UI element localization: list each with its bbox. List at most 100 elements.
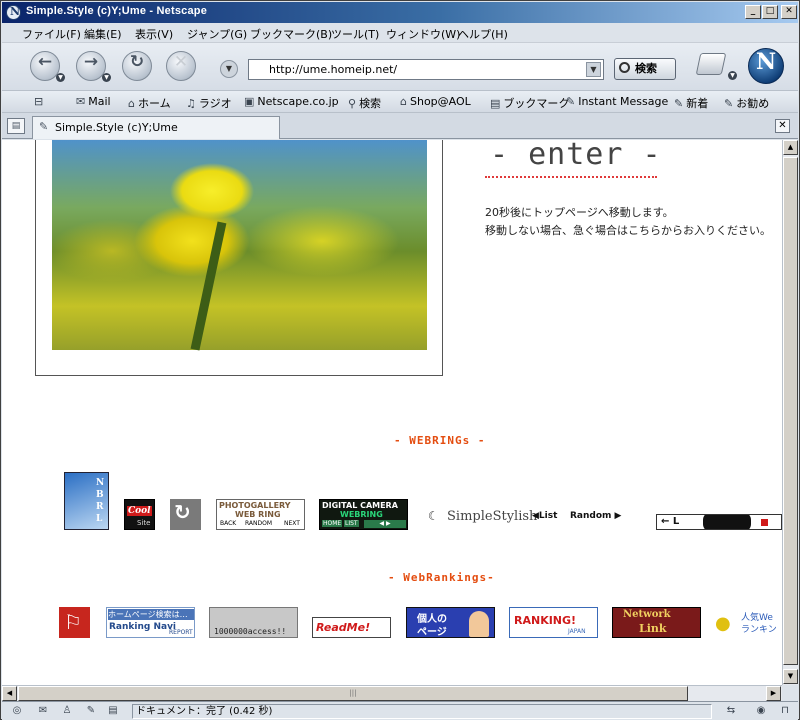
aim-icon[interactable]: ♙ — [60, 705, 74, 718]
bookmark-search[interactable]: ⚲ 検索 — [348, 95, 381, 111]
webrings-heading: - WEBRINGs - — [394, 434, 486, 447]
simplestylish-banner[interactable]: ☾ SimpleStylish ◀List Random ▶ — [426, 508, 636, 528]
scroll-right-arrow[interactable]: ▶ — [766, 686, 781, 701]
bookmark-mail[interactable]: ✉ Mail — [76, 95, 111, 108]
url-history-dropdown-button[interactable]: ▼ — [220, 60, 238, 78]
cool-site-banner[interactable]: Cool Site — [124, 499, 155, 530]
rapeseed-flower-photo[interactable] — [52, 140, 427, 351]
menu-window[interactable]: ウィンドウ(W) — [386, 26, 460, 42]
mail-status-icon[interactable]: ✉ — [36, 705, 50, 718]
print-icon[interactable] — [695, 53, 727, 75]
menu-view[interactable]: 表示(V) — [135, 26, 173, 42]
print-dropdown[interactable]: ▼ — [728, 71, 737, 80]
partial-webring-banner[interactable]: ← L — [656, 514, 782, 530]
webrankings-heading: - WebRankings- — [388, 571, 495, 584]
photo-frame — [35, 140, 443, 376]
forward-history-dropdown[interactable]: ▼ — [102, 73, 111, 82]
scroll-left-arrow[interactable]: ◀ — [2, 686, 17, 701]
url-bar: ▼ — [248, 59, 604, 80]
ring-arrows-icon: ↻ — [174, 500, 191, 524]
url-input[interactable] — [255, 62, 575, 77]
new-tab-icon[interactable]: ▤ — [7, 118, 25, 134]
bookmark-home[interactable]: ⌂ ホーム — [128, 95, 171, 111]
minimize-button[interactable]: _ — [745, 5, 761, 19]
sidebar-toggle-icon[interactable]: ⊟ — [34, 95, 46, 108]
character-avatar — [469, 611, 489, 637]
readme-banner[interactable]: ReadMe! — [312, 617, 391, 638]
chick-icon: ● — [715, 613, 731, 634]
my-netscape-icon: ▣ — [244, 95, 255, 108]
ranking-logo-banner[interactable]: ⚐ — [59, 607, 90, 638]
link-icon: ✎ — [674, 97, 684, 110]
shop-icon: ⌂ — [400, 95, 407, 108]
vertical-scrollbar[interactable]: ▲ ▼ — [782, 140, 798, 685]
photogallery-webring-banner[interactable]: PHOTOGALLERY WEB RING BACK RANDOM NEXT — [216, 499, 305, 530]
link-icon: ✎ — [566, 95, 576, 108]
search-icon: ⚲ — [348, 97, 357, 110]
menu-help[interactable]: ヘルプ(H) — [458, 26, 508, 42]
ninki-web-ranking-banner[interactable]: ● 人気We ランキン — [715, 607, 782, 638]
horizontal-scrollbar[interactable]: ◀ ||| ▶ — [2, 685, 782, 701]
ranking-navi-banner[interactable]: ホームページ検索は… Ranking Navi REPORT — [106, 607, 195, 638]
enter-here-message[interactable]: 移動しない場合、急ぐ場合はこちらからお入りください。 — [485, 222, 771, 238]
address-book-icon[interactable]: ▤ — [106, 705, 120, 718]
ranking-japan-banner[interactable]: RANKING! JAPAN — [509, 607, 598, 638]
bookmark-shop-aol[interactable]: ⌂ Shop@AOL — [400, 95, 471, 108]
netscape-app-icon[interactable]: N — [6, 5, 21, 20]
title-bar: N Simple.Style (c)Y;Ume - Netscape _ □ ✕ — [2, 2, 798, 23]
kojin-page-banner[interactable]: 個人の ページ — [406, 607, 495, 638]
access-counter-banner[interactable]: 1000000access!! — [209, 607, 298, 638]
bookmark-folder[interactable]: ▤ ブックマーク — [490, 95, 569, 111]
online-status-icon[interactable]: ⇆ — [724, 705, 738, 718]
netscape-logo[interactable]: N — [748, 48, 784, 84]
horizontal-scroll-thumb[interactable]: ||| — [18, 686, 688, 701]
search-button[interactable]: 検索 — [614, 58, 676, 80]
menu-file[interactable]: ファイル(F) — [22, 26, 81, 42]
bookmark-netscape[interactable]: ▣ Netscape.co.jp — [244, 95, 339, 108]
vertical-scroll-thumb[interactable] — [783, 157, 798, 665]
menu-tools[interactable]: ツール(T) — [331, 26, 379, 42]
prev-next-arrows-icon: ◀ ▶ — [364, 520, 406, 528]
security-lock-icon[interactable]: ⊓ — [778, 705, 792, 718]
bookmark-instant-message[interactable]: ✎ Instant Message — [566, 95, 668, 108]
maximize-button[interactable]: □ — [762, 5, 778, 19]
reload-button[interactable]: ↻ — [122, 51, 152, 81]
menu-go[interactable]: ジャンプ(G) — [187, 26, 247, 42]
enter-link[interactable]: - enter - — [490, 140, 662, 172]
menu-bar: ファイル(F) 編集(E) 表示(V) ジャンプ(G) ブックマーク(B) ツー… — [2, 23, 798, 43]
nbrl-banner[interactable]: NBRL — [64, 472, 109, 530]
ranking-logo-icon: ⚐ — [64, 610, 82, 634]
close-tab-button[interactable]: ✕ — [775, 119, 790, 133]
menu-bookmarks[interactable]: ブックマーク(B) — [250, 26, 332, 42]
privacy-eye-icon[interactable]: ◉ — [754, 705, 768, 718]
tab-bar: ▤ ✎ Simple.Style (c)Y;Ume ✕ — [2, 113, 798, 139]
bookmarks-toolbar: ⊟ ✉ Mail ⌂ ホーム ♫ ラジオ ▣ Netscape.co.jp ⚲ 検索 ⌂ S… — [2, 91, 798, 113]
network-link-banner[interactable]: Network Link — [612, 607, 701, 638]
dotted-divider — [485, 176, 657, 178]
stop-button[interactable]: ✕ — [166, 51, 196, 81]
scroll-down-arrow[interactable]: ▼ — [783, 669, 798, 684]
status-bar: ◎ ✉ ♙ ✎ ▤ ドキュメント：完了 (0.42 秒) ⇆ ◉ ⊓ — [2, 701, 798, 720]
bookmark-radio[interactable]: ♫ ラジオ — [186, 95, 232, 111]
magnifier-icon — [619, 62, 630, 73]
tab-simple-style[interactable]: ✎ Simple.Style (c)Y;Ume — [32, 116, 280, 139]
mail-icon: ✉ — [76, 95, 86, 108]
ring-arrows-banner[interactable]: ↻ — [170, 499, 201, 530]
link-icon: ✎ — [724, 97, 734, 110]
digital-camera-webring-banner[interactable]: DIGITAL CAMERA WEBRING HOME LIST ◀ ▶ — [319, 499, 408, 530]
bookmark-new[interactable]: ✎ 新着 — [674, 95, 708, 111]
home-icon: ⌂ — [128, 97, 135, 110]
composer-icon[interactable]: ✎ — [84, 705, 98, 718]
close-window-button[interactable]: ✕ — [781, 5, 797, 19]
page-icon: ✎ — [39, 120, 49, 133]
navigation-toolbar: ← ▼ → ▼ ↻ ✕ ▼ ▼ 検索 ▼ N — [2, 43, 798, 91]
back-history-dropdown[interactable]: ▼ — [56, 73, 65, 82]
bookmark-recommended[interactable]: ✎ お勧め — [724, 95, 769, 111]
window-title: Simple.Style (c)Y;Ume - Netscape — [26, 5, 208, 17]
folder-icon: ▤ — [490, 97, 501, 110]
url-dropdown-icon[interactable]: ▼ — [586, 62, 601, 77]
browser-window: N Simple.Style (c)Y;Ume - Netscape _ □ ✕… — [0, 0, 800, 720]
netscape-status-icon[interactable]: ◎ — [10, 705, 24, 718]
menu-edit[interactable]: 編集(E) — [84, 26, 122, 42]
scroll-up-arrow[interactable]: ▲ — [783, 140, 798, 155]
